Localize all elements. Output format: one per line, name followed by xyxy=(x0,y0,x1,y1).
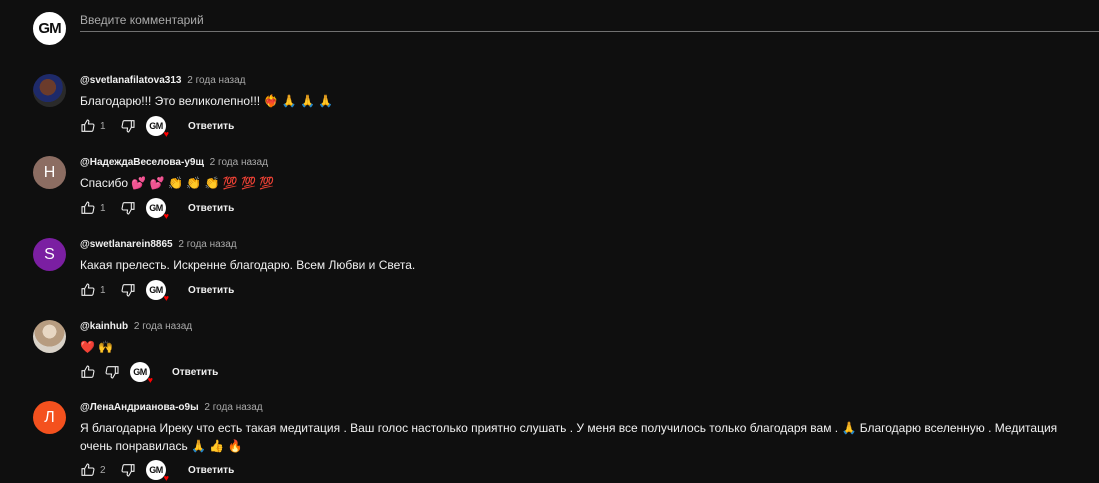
creator-heart-icon[interactable]: GM ♥ xyxy=(146,460,169,483)
commenter-avatar[interactable]: Н xyxy=(33,156,66,189)
comment-input[interactable]: Введите комментарий xyxy=(80,8,1099,32)
creator-logo-text: GM xyxy=(133,367,147,377)
comment-time[interactable]: 2 года назад xyxy=(178,239,236,250)
creator-heart-icon[interactable]: GM ♥ xyxy=(146,116,169,139)
thumbs-up-icon[interactable] xyxy=(80,200,96,216)
avatar-letter: Л xyxy=(44,408,55,426)
comment-actions: 1 GM ♥ Ответить xyxy=(80,197,234,221)
creator-logo-text: GM xyxy=(149,203,163,213)
thumbs-down-icon[interactable] xyxy=(120,200,136,216)
reply-button[interactable]: Ответить xyxy=(172,367,218,378)
reply-button[interactable]: Ответить xyxy=(188,203,234,214)
comment-byline: @swetlanarein8865 2 года назад xyxy=(80,238,237,252)
comment-byline: @kainhub 2 года назад xyxy=(80,320,192,334)
creator-heart-icon[interactable]: GM ♥ xyxy=(130,362,153,385)
comment-author[interactable]: @НадеждаВеселова-у9щ xyxy=(80,157,204,168)
comment-text: Какая прелесть. Искренне благодарю. Всем… xyxy=(80,258,416,272)
like-count: 1 xyxy=(100,120,106,132)
comment-time[interactable]: 2 года назад xyxy=(134,321,192,332)
comment-time[interactable]: 2 года назад xyxy=(187,75,245,86)
user-avatar: GM xyxy=(33,12,66,45)
thumbs-down-icon[interactable] xyxy=(104,364,120,380)
thumbs-up-icon[interactable] xyxy=(80,118,96,134)
commenter-avatar[interactable]: Л xyxy=(33,401,66,434)
comment-actions: GM ♥ Ответить xyxy=(80,361,218,385)
commenter-avatar[interactable] xyxy=(33,320,66,353)
comment-text: Благодарю!!! Это великолепно!!! ❤️‍🔥 🙏 🙏… xyxy=(80,94,334,108)
reply-button[interactable]: Ответить xyxy=(188,285,234,296)
comment-author[interactable]: @svetlanafilatova313 xyxy=(80,75,181,86)
comment-byline: @svetlanafilatova313 2 года назад xyxy=(80,74,246,88)
comment-text: ❤️ 🙌 xyxy=(80,340,114,354)
thumbs-down-icon[interactable] xyxy=(120,118,136,134)
comment-actions: 1 GM ♥ Ответить xyxy=(80,115,234,139)
comment-author[interactable]: @swetlanarein8865 xyxy=(80,239,173,250)
like-count: 2 xyxy=(100,464,106,476)
like-count: 1 xyxy=(100,284,106,296)
comment-text: Спасибо 💕 💕 👏 👏 👏 💯 💯 💯 xyxy=(80,176,275,190)
comment-actions: 1 GM ♥ Ответить xyxy=(80,279,234,303)
comment-author[interactable]: @ЛенаАндрианова-о9ы xyxy=(80,402,199,413)
comment-author[interactable]: @kainhub xyxy=(80,321,128,332)
comment-text: Я благодарна Иреку что есть такая медита… xyxy=(80,421,1058,453)
comment-time[interactable]: 2 года назад xyxy=(210,157,268,168)
like-count: 1 xyxy=(100,202,106,214)
creator-heart-icon[interactable]: GM ♥ xyxy=(146,280,169,303)
avatar-letter: S xyxy=(44,245,55,263)
comment-actions: 2 GM ♥ Ответить xyxy=(80,459,234,483)
thumbs-down-icon[interactable] xyxy=(120,462,136,478)
comment-time[interactable]: 2 года назад xyxy=(204,402,262,413)
thumbs-up-icon[interactable] xyxy=(80,282,96,298)
creator-logo-text: GM xyxy=(149,465,163,475)
thumbs-up-icon[interactable] xyxy=(80,462,96,478)
commenter-avatar[interactable] xyxy=(33,74,66,107)
creator-logo-text: GM xyxy=(149,285,163,295)
avatar-logo-text: GM xyxy=(38,20,61,37)
creator-heart-icon[interactable]: GM ♥ xyxy=(146,198,169,221)
creator-logo-text: GM xyxy=(149,121,163,131)
avatar-letter: Н xyxy=(43,163,56,181)
comment-byline: @НадеждаВеселова-у9щ 2 года назад xyxy=(80,156,268,170)
reply-button[interactable]: Ответить xyxy=(188,465,234,476)
commenter-avatar[interactable]: S xyxy=(33,238,66,271)
thumbs-up-icon[interactable] xyxy=(80,364,96,380)
comment-byline: @ЛенаАндрианова-о9ы 2 года назад xyxy=(80,401,263,415)
reply-button[interactable]: Ответить xyxy=(188,121,234,132)
thumbs-down-icon[interactable] xyxy=(120,282,136,298)
